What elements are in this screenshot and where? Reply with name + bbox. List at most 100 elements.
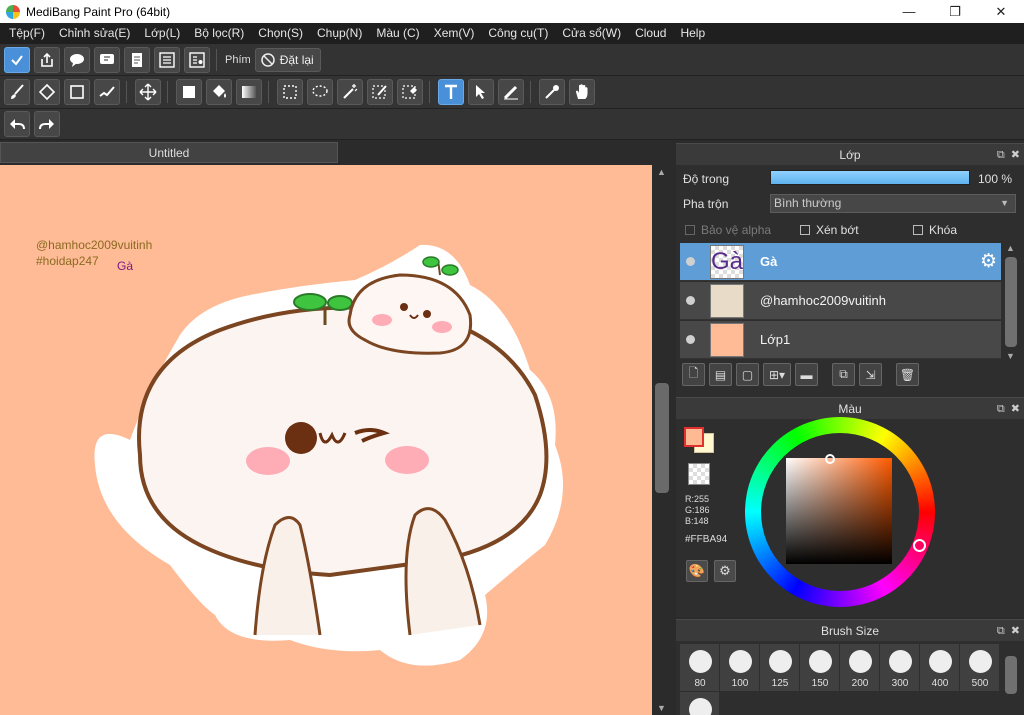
menu-color[interactable]: Màu (C) — [369, 23, 426, 44]
palette-button[interactable]: 🎨 — [686, 560, 708, 582]
page-list-button[interactable] — [154, 46, 180, 73]
canvas-vertical-scrollbar[interactable]: ▲ ▼ — [652, 165, 672, 715]
document-button[interactable] — [124, 46, 150, 73]
redo-button[interactable] — [34, 111, 60, 137]
dot-tool[interactable] — [94, 79, 120, 105]
menu-layer[interactable]: Lớp(L) — [137, 23, 187, 44]
operation-tool[interactable] — [468, 79, 494, 105]
brush-scrollbar[interactable] — [1004, 644, 1018, 715]
minimize-button[interactable]: — — [886, 0, 932, 23]
canvas-tab-untitled[interactable]: Untitled — [0, 142, 338, 163]
saturation-value-square[interactable] — [786, 458, 892, 564]
layer-row-username[interactable]: @hamhoc2009vuitinh — [680, 282, 1001, 320]
layer-row-layer1[interactable]: Lớp1 — [680, 321, 1001, 359]
brush-size-cell[interactable] — [680, 692, 720, 715]
select-eraser-tool[interactable] — [397, 79, 423, 105]
fill-rect-tool[interactable] — [176, 79, 202, 105]
delete-layer-button[interactable]: 🗑 — [896, 363, 919, 386]
maximize-button[interactable]: ❐ — [932, 0, 978, 23]
menu-filter[interactable]: Bộ lọc(R) — [187, 23, 251, 44]
reset-button[interactable]: Đặt lại — [254, 47, 321, 72]
canvas-scroll-thumb[interactable] — [655, 383, 669, 493]
layers-scrollbar[interactable]: ▲ ▼ — [1004, 243, 1018, 361]
brush-scroll-thumb[interactable] — [1005, 656, 1017, 694]
select-pen-tool[interactable] — [367, 79, 393, 105]
divide-tool[interactable] — [498, 79, 524, 105]
rectangle-tool[interactable] — [64, 79, 90, 105]
foreground-color-swatch[interactable] — [684, 427, 704, 447]
menu-help[interactable]: Help — [673, 23, 712, 44]
menu-tools[interactable]: Công cụ(T) — [481, 23, 555, 44]
sv-marker[interactable] — [825, 454, 835, 464]
protect-alpha-checkbox[interactable]: Bảo vệ alpha — [685, 223, 771, 237]
select-rect-tool[interactable] — [277, 79, 303, 105]
blend-mode-select[interactable]: Bình thường ▼ — [770, 194, 1016, 213]
scroll-down-arrow[interactable]: ▼ — [657, 703, 666, 713]
eyedropper-tool[interactable] — [539, 79, 565, 105]
palette-settings-button[interactable]: ⚙ — [714, 560, 736, 582]
panel-close-icon[interactable]: ✖ — [1011, 144, 1020, 166]
lasso-tool[interactable] — [307, 79, 333, 105]
layer-row-ga[interactable]: Gà Gà ⚙ — [680, 243, 1001, 281]
new-layer-button[interactable]: 🗋 — [682, 363, 705, 386]
scroll-down-arrow[interactable]: ▼ — [1006, 351, 1015, 361]
brush-size-cell[interactable]: 125 — [760, 644, 800, 692]
brush-size-cell[interactable]: 80 — [680, 644, 720, 692]
bucket-tool[interactable] — [206, 79, 232, 105]
close-button[interactable]: ✕ — [978, 0, 1024, 23]
brush-size-cell[interactable]: 150 — [800, 644, 840, 692]
new-folder-button[interactable]: ▬ — [795, 363, 818, 386]
scroll-up-arrow[interactable]: ▲ — [657, 167, 666, 177]
brush-size-cell[interactable]: 500 — [960, 644, 1000, 692]
text-balloon-button[interactable] — [94, 46, 120, 73]
transparent-color-swatch[interactable] — [688, 463, 710, 485]
undo-button[interactable] — [4, 111, 30, 137]
page-settings-button[interactable] — [184, 46, 210, 73]
new-1bit-layer-button[interactable]: ▢ — [736, 363, 759, 386]
drawing-canvas[interactable]: @hamhoc2009vuitinh #hoidap247 Gà — [0, 165, 652, 715]
eraser-tool[interactable] — [34, 79, 60, 105]
brush-size-cell[interactable]: 100 — [720, 644, 760, 692]
layer-thumbnail: Gà — [710, 244, 744, 279]
menu-view[interactable]: Xem(V) — [427, 23, 482, 44]
layers-scroll-thumb[interactable] — [1005, 257, 1017, 347]
visibility-toggle[interactable] — [680, 257, 700, 266]
duplicate-layer-button[interactable]: ⧉ — [832, 363, 855, 386]
brush-size-cell[interactable]: 200 — [840, 644, 880, 692]
brush-tool[interactable] — [4, 79, 30, 105]
share-button[interactable] — [34, 46, 60, 73]
move-tool[interactable] — [135, 79, 161, 105]
undock-icon[interactable]: ⧉ — [997, 398, 1005, 420]
magic-wand-tool[interactable] — [337, 79, 363, 105]
comment-button[interactable] — [64, 46, 90, 73]
gear-icon[interactable]: ⚙ — [980, 252, 997, 271]
document-icon — [132, 52, 142, 67]
text-tool[interactable] — [438, 79, 464, 105]
clipping-checkbox[interactable]: Xén bớt — [800, 223, 859, 237]
visibility-toggle[interactable] — [680, 296, 700, 305]
lock-checkbox[interactable]: Khóa — [913, 223, 957, 237]
panel-close-icon[interactable]: ✖ — [1011, 398, 1020, 420]
brush-size-cell[interactable]: 300 — [880, 644, 920, 692]
undock-icon[interactable]: ⧉ — [997, 144, 1005, 166]
menu-select[interactable]: Chọn(S) — [251, 23, 310, 44]
cloud-check-button[interactable] — [4, 46, 30, 73]
brush-size-cell[interactable]: 400 — [920, 644, 960, 692]
gradient-tool[interactable] — [236, 79, 262, 105]
merge-down-button[interactable]: ⇲ — [859, 363, 882, 386]
add-layer-menu-button[interactable]: ⊞▾ — [763, 363, 791, 386]
menu-file[interactable]: Tệp(F) — [2, 23, 52, 44]
new-8bit-layer-button[interactable]: ▤ — [709, 363, 732, 386]
brush-size-value: 125 — [771, 678, 789, 689]
hand-tool[interactable] — [569, 79, 595, 105]
panel-close-icon[interactable]: ✖ — [1011, 620, 1020, 642]
menu-window[interactable]: Cửa sổ(W) — [555, 23, 628, 44]
menu-edit[interactable]: Chỉnh sửa(E) — [52, 23, 137, 44]
menu-cloud[interactable]: Cloud — [628, 23, 673, 44]
visibility-toggle[interactable] — [680, 335, 700, 344]
undock-icon[interactable]: ⧉ — [997, 620, 1005, 642]
scroll-up-arrow[interactable]: ▲ — [1006, 243, 1015, 253]
opacity-slider[interactable] — [770, 170, 970, 185]
hue-marker[interactable] — [913, 539, 926, 552]
menu-snap[interactable]: Chụp(N) — [310, 23, 369, 44]
